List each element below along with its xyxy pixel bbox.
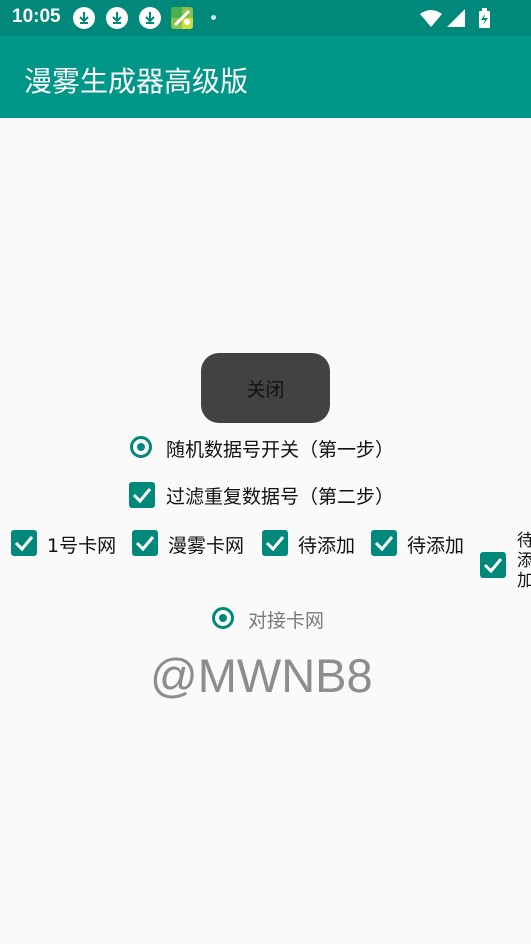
close-button[interactable]: 关闭	[201, 353, 330, 423]
checkbox[interactable]	[129, 482, 155, 508]
download-icon	[106, 7, 128, 29]
app-bar: 漫雾生成器高级版	[0, 36, 531, 118]
checkbox[interactable]	[11, 530, 37, 556]
watermark-text: @MWNB8	[150, 649, 373, 702]
signal-icon	[447, 9, 465, 27]
card-option-label: 漫雾卡网	[168, 535, 245, 557]
download-icon	[139, 7, 161, 29]
app-title: 漫雾生成器高级版	[24, 65, 249, 98]
card-option-label: 待添加	[298, 535, 356, 557]
status-bar: 10:05	[0, 0, 531, 36]
checkbox[interactable]	[371, 530, 397, 556]
battery-charging-icon	[479, 8, 490, 28]
checkbox[interactable]	[262, 530, 288, 556]
radio-dock-label: 对接卡网	[248, 610, 325, 632]
status-time: 10:05	[12, 6, 61, 27]
radio-button[interactable]	[130, 436, 152, 458]
card-option-label: 待添加	[517, 531, 531, 591]
dot-icon	[211, 15, 216, 20]
radio-random-label: 随机数据号开关（第一步）	[166, 439, 395, 461]
system-icons	[419, 8, 493, 34]
card-option-label: 1号卡网	[47, 535, 117, 557]
card-option-label: 待添加	[407, 535, 465, 557]
checkbox[interactable]	[480, 552, 506, 578]
checkbox[interactable]	[132, 530, 158, 556]
download-icon	[73, 7, 95, 29]
wifi-icon	[420, 10, 442, 27]
app-notification-icon	[171, 7, 193, 29]
checkbox-filter-label: 过滤重复数据号（第二步）	[166, 486, 395, 508]
radio-button[interactable]	[212, 607, 234, 629]
